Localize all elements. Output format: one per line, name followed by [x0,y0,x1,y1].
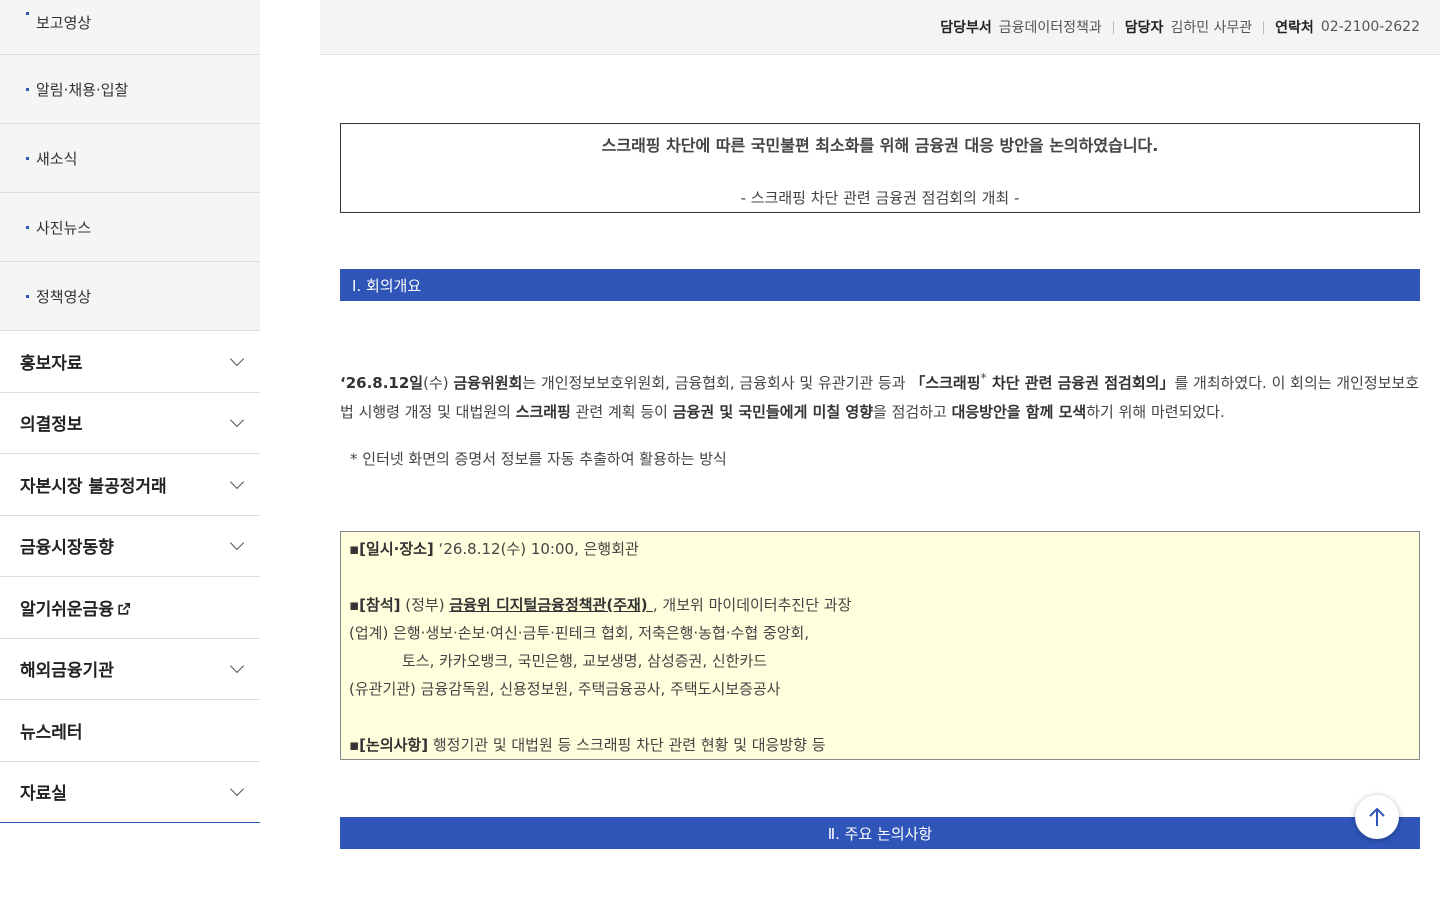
sidebar-subitem-report-video[interactable]: 보고영상 [0,0,260,55]
contact-label: 연락처 [1275,20,1314,36]
info-line-attendees: ▪[참석] (정부) 금융위 디지털금융정책관(주재) , 개보위 마이데이터추… [349,594,851,615]
section-heading: Ⅰ. 회의개요 [340,269,1420,301]
divider [1112,20,1114,34]
dept-value: 금융데이터정책과 [998,20,1102,36]
sidebar-subitem-photo-news[interactable]: 사진뉴스 [0,193,260,262]
scroll-top-button[interactable] [1355,795,1399,839]
bullet-icon [26,12,29,15]
text-bold: 대응방안을 함께 모색 [951,403,1087,421]
sidebar-subitem-label: 보고영상 [36,14,92,32]
info-text-underlined: 금융위 디지털금융정책관(주재) [449,596,653,614]
person-value: 김하민 사무관 [1170,20,1253,36]
meeting-info-box: ▪[일시·장소] ‘26.8.12(수) 10:00, 은행회관 ▪[참석] (… [340,531,1420,760]
sidebar-item-newsletter[interactable]: 뉴스레터 [0,700,260,762]
text-bold: 금융권 및 국민들에게 미칠 영향 [672,403,874,421]
sidebar-subitem-label: 알림·채용·입찰 [36,80,129,99]
sidebar-item-unfair-trading[interactable]: 자본시장 불공정거래 [0,454,260,516]
text: (수) [423,374,454,392]
sidebar-subitem-news[interactable]: 새소식 [0,124,260,193]
contact-value: 02-2100-2622 [1320,19,1420,35]
bullet-icon [26,156,29,160]
chevron-down-icon [229,782,245,797]
sidebar-subitem-notice[interactable]: 알림·채용·입찰 [0,55,260,124]
text: 하기 위해 마련되었다. [1086,403,1225,421]
info-line-agenda: ▪[논의사항] 행정기관 및 대법원 등 스크래핑 차단 관련 현황 및 대응방… [349,734,826,755]
person-label: 담당자 [1124,20,1164,36]
info-label: ▪[일시·장소] [349,540,434,558]
chevron-down-icon [229,474,245,489]
bullet-icon [26,225,29,229]
article-title-box: 스크래핑 차단에 따른 국민불편 최소화를 위해 금융권 대응 방안을 논의하였… [340,123,1420,213]
sidebar-item-label: 해외금융기관 [20,661,114,682]
info-label: ▪[참석] [349,596,401,614]
sidebar-item-label: 자료실 [20,784,67,805]
bullet-icon [26,294,29,298]
info-text: ‘26.8.12(수) 10:00, 은행회관 [433,540,639,558]
info-label: ▪[논의사항] [349,736,429,754]
arrow-up-icon [1369,807,1385,826]
chevron-down-icon [229,351,245,366]
chevron-down-icon [229,413,245,428]
divider [1263,20,1265,34]
sidebar-item-foreign-institutions[interactable]: 해외금융기관 [0,638,260,700]
info-line-agencies: (유관기관) 금융감독원, 신용정보원, 주택금융공사, 주택도시보증공사 [349,680,781,698]
text-bold: 차단 관련 금융권 점검회의」 [986,374,1175,392]
sidebar-subitem-label: 새소식 [36,149,78,168]
sidebar-item-market-trends[interactable]: 금융시장동향 [0,515,260,577]
section-heading: Ⅱ. 주요 논의사항 [340,817,1420,849]
info-text: , 개보위 마이데이터추진단 과장 [652,596,852,614]
footnote: * 인터넷 화면의 증명서 정보를 자동 추출하여 활용하는 방식 [350,450,727,468]
article-paragraph: ‘26.8.12일(수) 금융위원회는 개인정보보호위원회, 금융협회, 금융회… [340,363,1420,427]
contact-info-bar: 담당부서 금융데이터정책과 담당자 김하민 사무관 연락처 02-2100-26… [320,0,1440,55]
chevron-down-icon [229,536,245,551]
sidebar-subitem-label: 사진뉴스 [36,218,92,237]
sidebar-subitem-label: 정책영상 [36,287,92,306]
info-line-industry-cont: 토스, 카카오뱅크, 국민은행, 교보생명, 삼성증권, 신한카드 [402,652,768,670]
chevron-down-icon [229,659,245,674]
external-link-icon [118,602,130,615]
sidebar-item-easy-finance[interactable]: 알기쉬운금융 [0,577,260,639]
sidebar-item-label: 자본시장 불공정거래 [20,476,167,497]
sidebar-nav: 보고영상 알림·채용·입찰 새소식 사진뉴스 정책영상 홍보자료 의결정보 자본… [0,0,260,900]
sidebar-item-label: 금융시장동향 [20,538,114,559]
article-title: 스크래핑 차단에 따른 국민불편 최소화를 위해 금융권 대응 방안을 논의하였… [601,136,1159,155]
info-text: 행정기관 및 대법원 등 스크래핑 차단 관련 현황 및 대응방향 등 [428,736,826,754]
text-bold: 금융위원회 [453,374,523,392]
sidebar-item-label: 의결정보 [20,415,83,436]
text: 관련 계획 등이 [570,403,673,421]
text: 는 개인정보보호위원회, 금융협회, 금융회사 및 유관기관 등과 [522,374,911,392]
article-subtitle: - 스크래핑 차단 관련 금융권 점검회의 개최 - [740,189,1020,207]
text: 을 점검하고 [873,403,952,421]
sidebar-item-promotion[interactable]: 홍보자료 [0,331,260,393]
sidebar-item-label: 알기쉬운금융 [20,599,114,620]
text-bold: 스크래핑 [515,403,571,421]
info-text: (정부) [400,596,450,614]
info-line-industry: (업계) 은행·생보·손보·여신·금투·핀테크 협회, 저축은행·농협·수협 중… [349,624,810,642]
text-bold: ‘26.8.12일 [340,374,424,392]
sidebar-item-archive[interactable]: 자료실 [0,761,260,823]
text-bold: 「스크래핑 [910,374,981,392]
info-line-datetime: ▪[일시·장소] ‘26.8.12(수) 10:00, 은행회관 [349,538,639,559]
sidebar-item-label: 뉴스레터 [20,722,83,743]
sidebar-subitem-policy-video[interactable]: 정책영상 [0,262,260,331]
sidebar-item-label: 홍보자료 [20,353,83,374]
sidebar-item-resolution[interactable]: 의결정보 [0,392,260,454]
dept-label: 담당부서 [940,20,992,36]
bullet-icon [26,87,29,91]
